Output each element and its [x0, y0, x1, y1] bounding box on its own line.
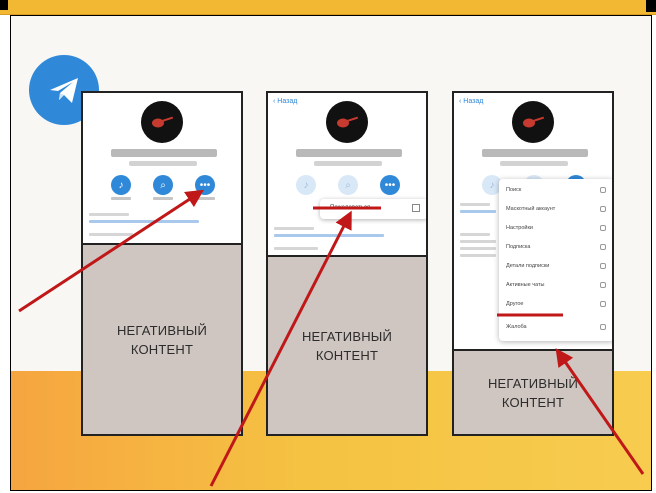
info-label — [274, 247, 318, 250]
guitar-icon — [337, 116, 359, 128]
menu-item[interactable]: Другое — [506, 301, 606, 311]
negative-content-block: НЕГАТИВНЫЙ КОНТЕНТ — [83, 243, 241, 434]
flag-icon — [412, 204, 420, 212]
back-label: Назад — [277, 98, 298, 105]
search-button[interactable]: ⌕ — [338, 175, 358, 195]
info-label — [460, 233, 490, 236]
search-button[interactable]: ⌕ — [153, 175, 173, 195]
more-menu: Поиск Маскотный аккаунт Настройки Подпис… — [499, 179, 612, 341]
menu-item-icon — [600, 301, 606, 307]
menu-item-icon — [600, 225, 606, 231]
profile-avatar — [512, 101, 554, 143]
action-label — [195, 197, 215, 200]
negative-content-block: НЕГАТИВНЫЙ КОНТЕНТ — [454, 349, 612, 434]
back-link[interactable]: ‹ Назад — [459, 98, 483, 105]
info-link[interactable] — [89, 220, 199, 223]
negative-text-line1: НЕГАТИВНЫЙ — [301, 328, 393, 344]
guitar-icon — [523, 116, 545, 128]
info-label — [89, 233, 133, 236]
menu-item-icon — [600, 282, 606, 288]
negative-text-line1: НЕГАТИВНЫЙ — [116, 322, 208, 338]
telegram-paper-plane-icon — [50, 78, 78, 103]
profile-status-blurred — [314, 161, 382, 166]
more-button[interactable]: ••• — [380, 175, 400, 195]
phone-screen-3: ‹ Назад ♪ ⌕ ••• Поиск Маскотный аккаунт … — [452, 91, 614, 436]
action-label — [111, 197, 131, 200]
phone-screen-1: ♪ ⌕ ••• НЕГАТИВНЫЙ КОНТЕНТ — [81, 91, 243, 436]
back-label: Назад — [463, 98, 484, 105]
back-link[interactable]: ‹ Назад — [273, 98, 297, 105]
profile-avatar — [141, 101, 183, 143]
menu-item-icon — [600, 206, 606, 212]
profile-status-blurred — [500, 161, 568, 166]
guitar-icon — [152, 116, 174, 128]
phone-screen-2: ‹ Назад ♪ ⌕ ••• Пожаловаться НЕГАТИВНЫЙ К… — [266, 91, 428, 436]
info-text — [460, 240, 496, 243]
info-text — [460, 247, 496, 250]
menu-item-icon — [600, 244, 606, 250]
profile-status-blurred — [129, 161, 197, 166]
action-label — [153, 197, 173, 200]
menu-item[interactable]: Поиск — [506, 187, 606, 197]
negative-text-line2: КОНТЕНТ — [130, 341, 194, 357]
profile-avatar — [326, 101, 368, 143]
negative-text-line2: КОНТЕНТ — [501, 394, 565, 410]
info-text — [460, 254, 496, 257]
slide: ♪ ⌕ ••• НЕГАТИВНЫЙ КОНТЕНТ ‹ Назад ♪ ⌕ ••… — [11, 16, 651, 490]
menu-item[interactable]: Подписка — [506, 244, 606, 254]
menu-item-icon — [600, 187, 606, 193]
menu-item[interactable]: Детали подписки — [506, 263, 606, 273]
menu-item[interactable]: Маскотный аккаунт — [506, 206, 606, 216]
menu-item-report[interactable]: Жалоба — [506, 324, 606, 334]
menu-item-icon — [600, 263, 606, 269]
menu-item[interactable]: Активные чаты — [506, 282, 606, 292]
slide-frame: ♪ ⌕ ••• НЕГАТИВНЫЙ КОНТЕНТ ‹ Назад ♪ ⌕ ••… — [10, 15, 652, 491]
info-label — [89, 213, 129, 216]
info-link[interactable] — [460, 210, 496, 213]
report-popup[interactable]: Пожаловаться — [320, 199, 426, 219]
profile-name-blurred — [296, 149, 402, 157]
negative-text-line2: КОНТЕНТ — [315, 347, 379, 363]
info-link[interactable] — [274, 234, 384, 237]
info-label — [274, 227, 314, 230]
menu-item[interactable]: Настройки — [506, 225, 606, 235]
report-item-label[interactable]: Пожаловаться — [330, 205, 370, 211]
notifications-button[interactable]: ♪ — [296, 175, 316, 195]
top-accent-band — [0, 0, 656, 15]
profile-name-blurred — [482, 149, 588, 157]
profile-name-blurred — [111, 149, 217, 157]
more-button[interactable]: ••• — [195, 175, 215, 195]
negative-content-block: НЕГАТИВНЫЙ КОНТЕНТ — [268, 255, 426, 434]
menu-item-icon — [600, 324, 606, 330]
notifications-button[interactable]: ♪ — [111, 175, 131, 195]
info-label — [460, 203, 490, 206]
negative-text-line1: НЕГАТИВНЫЙ — [487, 375, 579, 391]
